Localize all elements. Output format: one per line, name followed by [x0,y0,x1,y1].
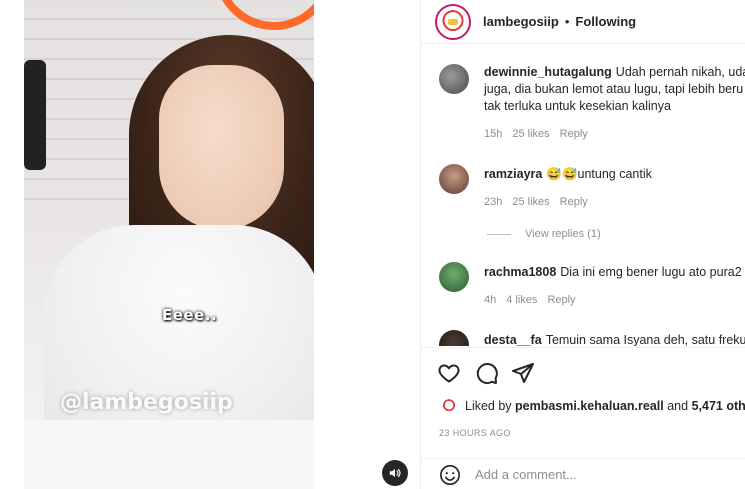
comment-meta: 15h 25 likes Reply [484,128,598,140]
comment-text-block: rachma1808 Dia ini emg bener lugu ato pur… [484,264,745,281]
comment-text-block: ramziayra 😅😅untung cantik [484,166,745,183]
comment-text: 😅😅untung cantik [546,167,652,181]
post-header: lambegosiip • Following [421,0,745,44]
person-face [159,65,284,230]
video-table [24,420,314,489]
comment-text-line: Udah pernah nikah, uda [615,65,745,79]
commenter-avatar[interactable] [439,262,469,292]
post-actions-section: Liked by pembasmi.kehaluan.reall and 5,4… [421,347,745,489]
audio-toggle-button[interactable] [382,460,408,486]
account-logo-icon [439,7,467,36]
post-timestamp: 23 HOURS AGO [439,428,511,438]
comment-text-block: desta__fa Temuin sama Isyana deh, satu fr… [484,332,745,346]
comment-text-block: dewinnie_hutagalung Udah pernah nikah, ud… [484,64,745,115]
liked-by-others[interactable]: 5,471 others [692,399,745,413]
comment-text-line: juga, dia bukan lemot atau lugu, tapi le… [484,82,744,96]
account-username[interactable]: lambegosiip [483,14,559,29]
view-replies-line [487,233,511,235]
liked-by-and: and [667,399,689,413]
comment-meta: 4h 4 likes Reply [484,294,586,306]
microphone [24,60,46,170]
speaker-icon [389,468,401,478]
comment-username[interactable]: desta__fa [484,333,542,346]
comment-input[interactable] [475,467,705,482]
comment-icon [476,363,498,385]
emoji-icon[interactable] [439,464,461,486]
comment-time: 15h [484,128,503,140]
video-watermark: @lambegosiip [60,390,233,415]
post-video[interactable]: Eeee.. @lambegosiip [24,0,314,489]
add-comment-bar [421,458,745,489]
comment-text: Dia ini emg bener lugu ato pura2 [560,265,742,279]
reply-button[interactable]: Reply [560,196,588,208]
liker-avatar-icon [441,398,457,414]
comments-list[interactable]: dewinnie_hutagalung Udah pernah nikah, ud… [421,50,745,346]
comment-button[interactable] [475,361,499,385]
reply-button[interactable]: Reply [560,128,588,140]
header-separator: • [564,14,570,29]
comment-username[interactable]: ramziayra [484,167,542,181]
comment-meta: 23h 25 likes Reply [484,196,598,208]
video-caption: Eeee.. [162,306,218,324]
account-avatar[interactable] [435,3,471,40]
comment-likes[interactable]: 25 likes [512,196,549,208]
following-button[interactable]: Following [575,14,636,29]
commenter-avatar[interactable] [439,330,469,346]
liked-by-username[interactable]: pembasmi.kehaluan.reall [515,399,664,413]
commenter-avatar[interactable] [439,164,469,194]
commenter-avatar[interactable] [439,64,469,94]
reply-button[interactable]: Reply [547,294,575,306]
comment-username[interactable]: rachma1808 [484,265,556,279]
heart-icon [438,364,460,383]
view-replies-button[interactable]: View replies (1) [487,228,601,240]
comment-text-line: tak terluka untuk kesekian kalinya [484,99,671,113]
comment-likes[interactable]: 25 likes [512,128,549,140]
share-button[interactable] [511,361,535,385]
comment-likes[interactable]: 4 likes [506,294,537,306]
comment-time: 4h [484,294,497,306]
comment-text: Temuin sama Isyana deh, satu frekue [545,333,745,346]
comment-time: 23h [484,196,503,208]
liked-by-prefix: Liked by [465,399,512,413]
like-button[interactable] [437,361,461,385]
comment-username[interactable]: dewinnie_hutagalung [484,65,612,79]
paper-plane-icon [512,363,534,383]
view-replies-label: View replies (1) [525,228,601,240]
post-details-panel: lambegosiip • Following dewinnie_hutagal… [420,0,745,489]
likes-summary: Liked by pembasmi.kehaluan.reall and 5,4… [441,398,745,414]
